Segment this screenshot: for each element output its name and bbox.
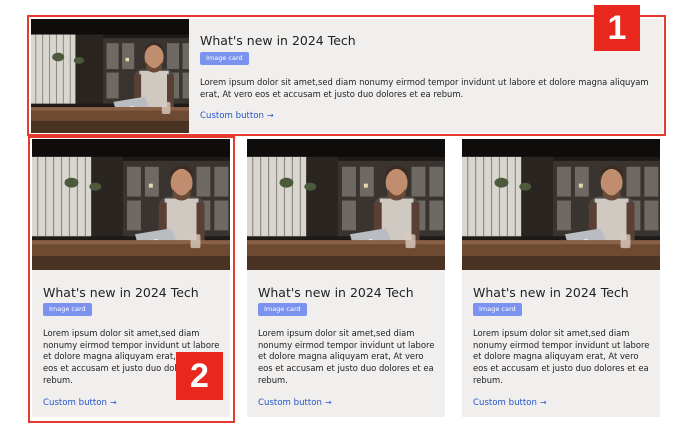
card-badge: Image card: [200, 52, 249, 65]
button-label: Custom button: [200, 111, 264, 121]
card-title: What's new in 2024 Tech: [258, 285, 414, 300]
card-body-text: Lorem ipsum dolor sit amet,sed diam nonu…: [258, 328, 435, 385]
annotation-badge-1: 1: [594, 5, 640, 51]
arrow-right-icon: →: [325, 398, 332, 407]
card-title: What's new in 2024 Tech: [473, 285, 629, 300]
button-label: Custom button: [258, 398, 322, 408]
custom-button-link[interactable]: Custom button →: [258, 398, 332, 408]
card-body-text: Lorem ipsum dolor sit amet,sed diam nonu…: [473, 328, 650, 385]
card-body-text: Lorem ipsum dolor sit amet,sed diam nonu…: [200, 77, 649, 99]
card-badge: Image card: [258, 303, 307, 316]
card-badge: Image card: [43, 303, 92, 316]
arrow-right-icon: →: [540, 398, 547, 407]
card-image: [462, 139, 660, 270]
image-card-horizontal: What's new in 2024 Tech Image card Lorem…: [31, 19, 663, 133]
image-card-vertical: What's new in 2024 Tech Image card Lorem…: [247, 139, 445, 417]
annotation-badge-2: 2: [176, 352, 223, 400]
card-title: What's new in 2024 Tech: [43, 285, 199, 300]
card-image: [31, 19, 189, 133]
card-title: What's new in 2024 Tech: [200, 33, 356, 48]
card-badge: Image card: [473, 303, 522, 316]
arrow-right-icon: →: [267, 111, 274, 120]
custom-button-link[interactable]: Custom button →: [473, 398, 547, 408]
button-label: Custom button: [43, 398, 107, 408]
image-card-vertical: What's new in 2024 Tech Image card Lorem…: [462, 139, 660, 417]
card-image: [247, 139, 445, 270]
arrow-right-icon: →: [110, 398, 117, 407]
custom-button-link[interactable]: Custom button →: [43, 398, 117, 408]
custom-button-link[interactable]: Custom button →: [200, 111, 274, 121]
button-label: Custom button: [473, 398, 537, 408]
card-image: [32, 139, 230, 270]
